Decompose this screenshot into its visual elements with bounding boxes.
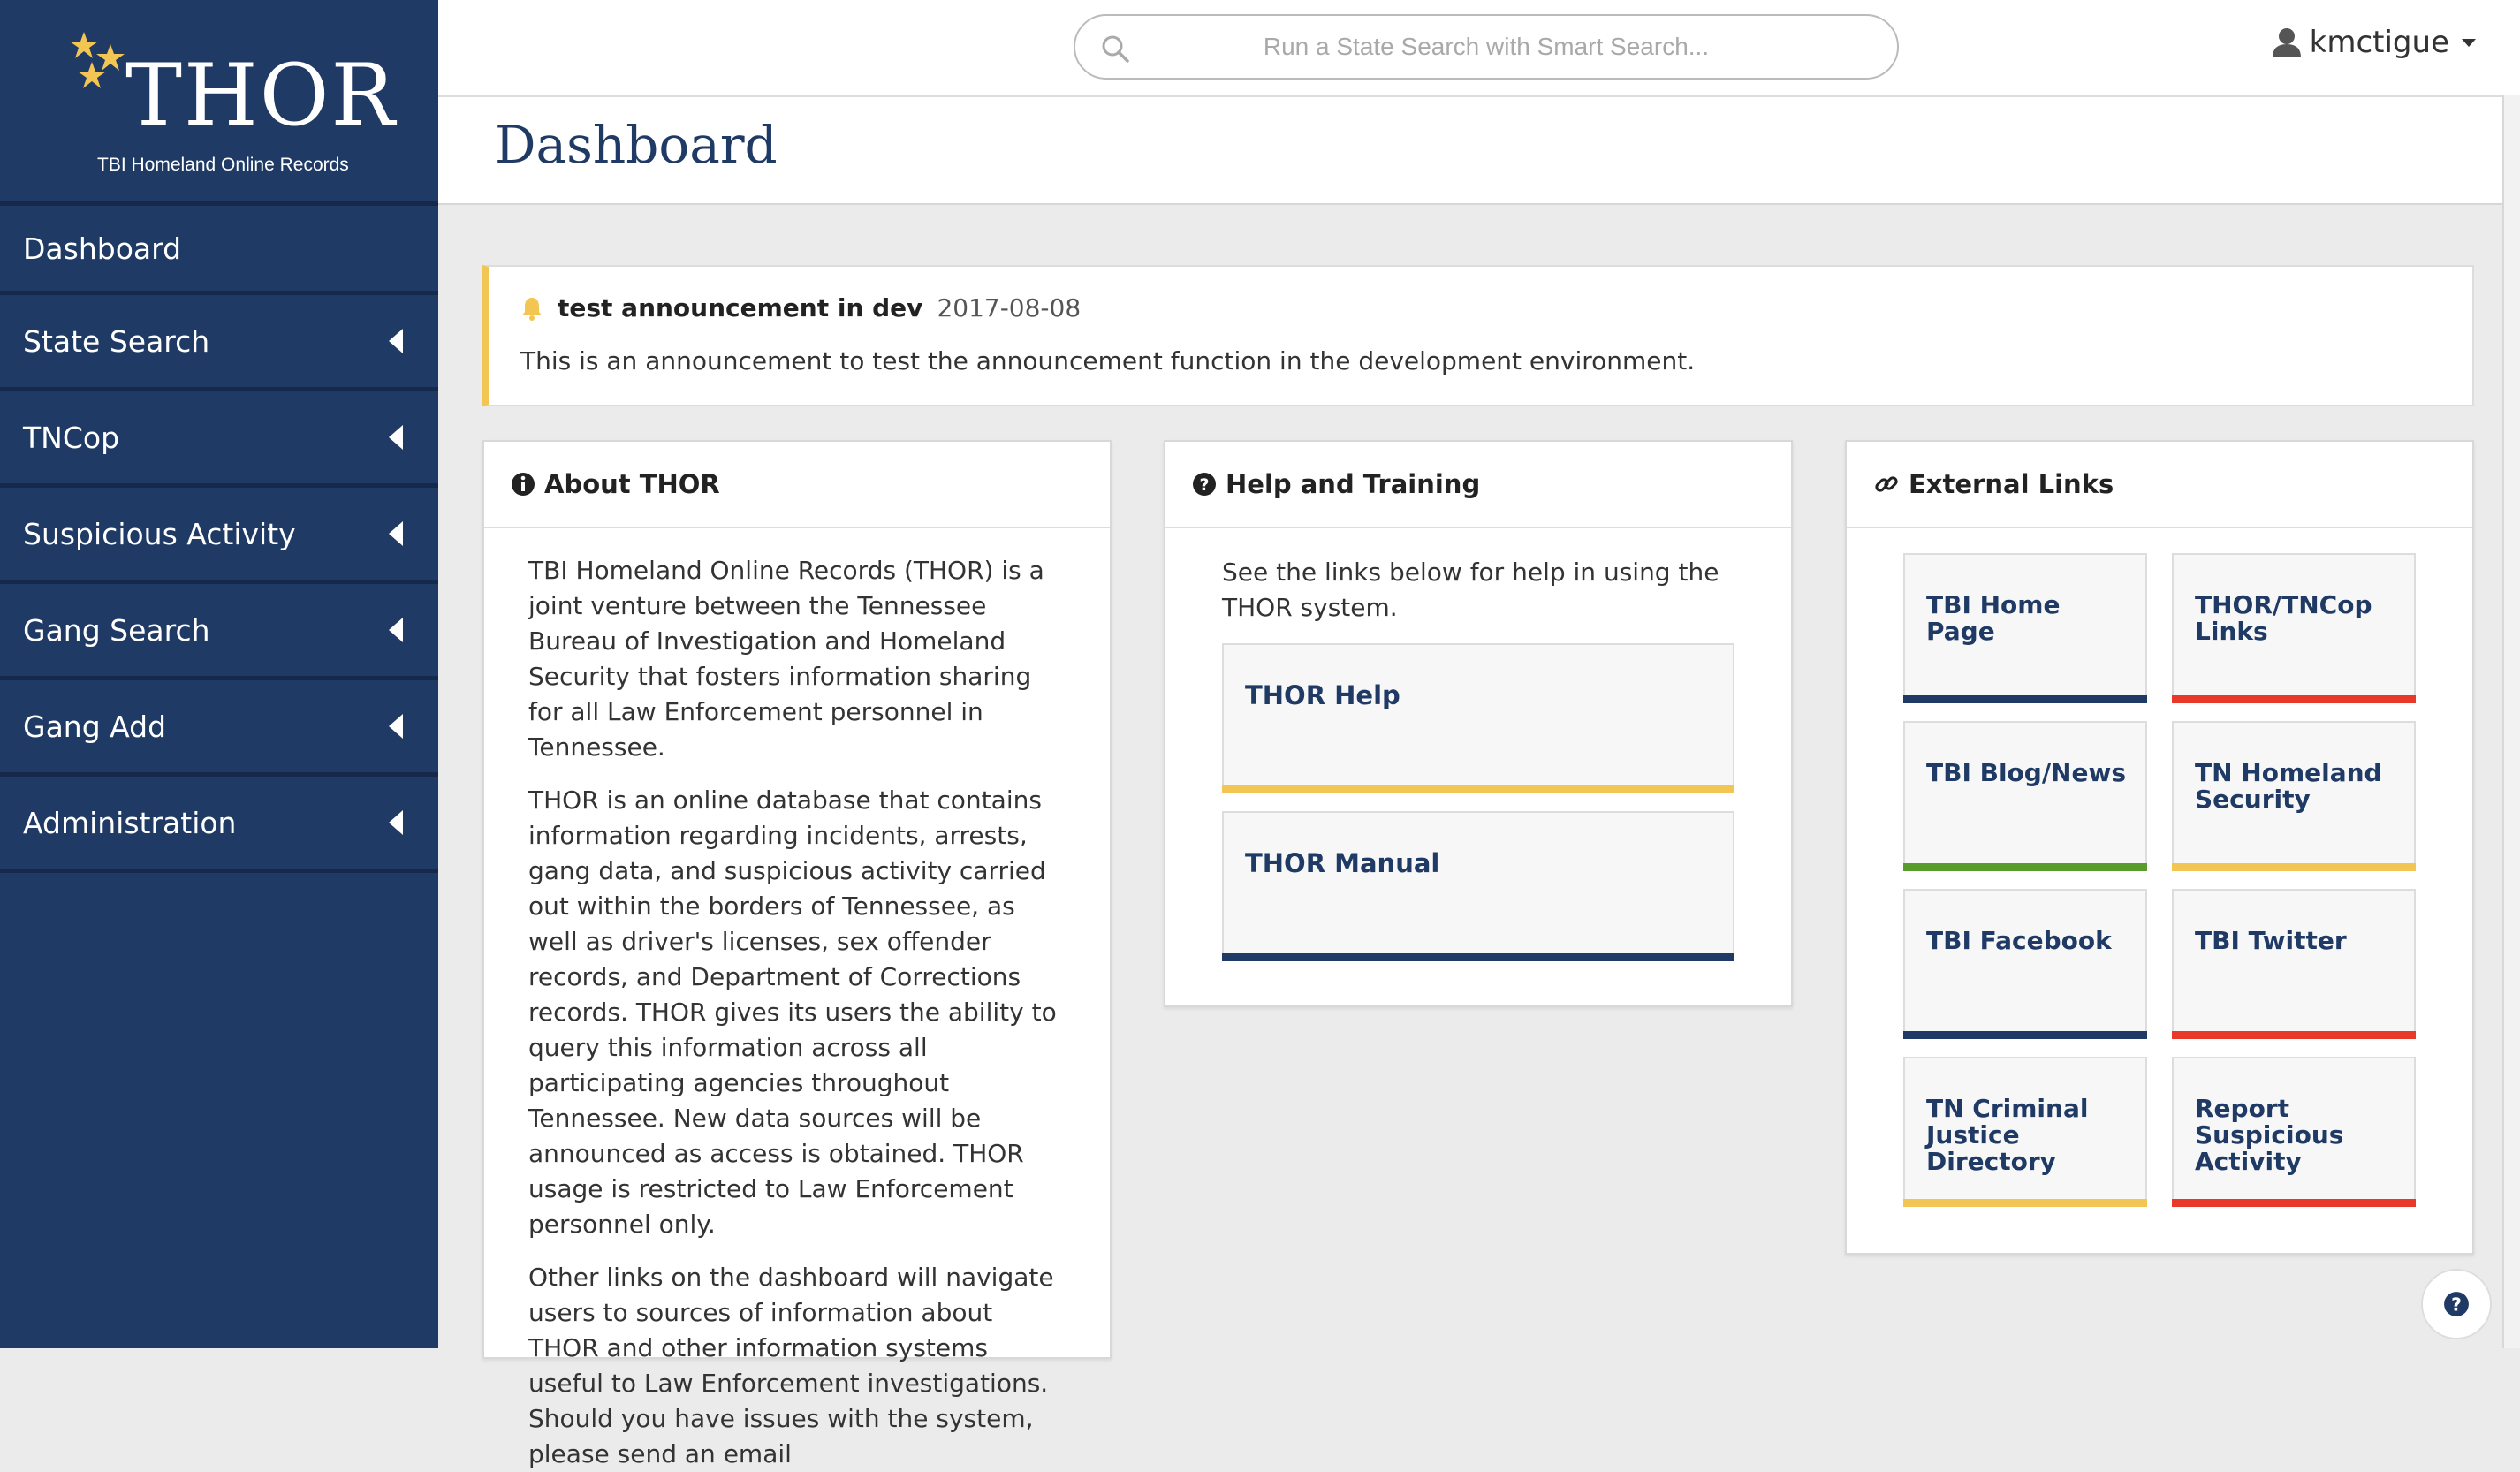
tbi-twitter-link[interactable]: TBI Twitter <box>2172 889 2416 1039</box>
chevron-down-icon <box>2462 38 2476 47</box>
caret-left-icon <box>389 521 403 546</box>
sidebar-item-label: Administration <box>23 805 237 840</box>
panel-header: ? Help and Training <box>1165 442 1791 528</box>
tn-homeland-security-link[interactable]: TN Homeland Security <box>2172 721 2416 871</box>
thor-tncop-links-link[interactable]: THOR/TNCop Links <box>2172 553 2416 703</box>
sidebar-item-label: TNCop <box>23 420 120 455</box>
tile-accent-bar <box>2172 863 2416 871</box>
about-paragraph: TBI Homeland Online Records (THOR) is a … <box>528 556 1044 762</box>
bell-icon <box>522 297 542 321</box>
help-panel: ? Help and Training See the links below … <box>1164 440 1793 1007</box>
tile-label: THOR Manual <box>1245 848 1440 878</box>
announcement-body: This is an announcement to test the anno… <box>520 346 1696 376</box>
tile-label: TN Criminal Justice Directory <box>1926 1094 2089 1176</box>
sidebar-item-tncop[interactable]: TNCop <box>0 391 438 488</box>
sidebar-item-suspicious-activity[interactable]: Suspicious Activity <box>0 488 438 584</box>
tile-label: THOR Help <box>1245 680 1400 710</box>
report-suspicious-activity-link[interactable]: Report Suspicious Activity <box>2172 1057 2416 1207</box>
thor-manual-link[interactable]: THOR Manual <box>1222 811 1734 961</box>
question-circle-icon: ? <box>1193 473 1216 496</box>
sidebar-item-gang-search[interactable]: Gang Search <box>0 584 438 680</box>
smart-search <box>1074 14 1899 80</box>
tbi-home-page-link[interactable]: TBI Home Page <box>1903 553 2147 703</box>
sidebar-item-administration[interactable]: Administration <box>0 777 438 873</box>
tile-accent-bar <box>1903 695 2147 703</box>
page-header: Dashboard <box>438 97 2520 205</box>
sidebar-nav: Dashboard State Search TNCop Suspicious … <box>0 206 438 873</box>
tbi-blog-news-link[interactable]: TBI Blog/News <box>1903 721 2147 871</box>
sidebar-item-dashboard[interactable]: Dashboard <box>0 206 438 295</box>
panel-title: External Links <box>1909 469 2114 499</box>
caret-left-icon <box>389 618 403 642</box>
tile-label: TBI Home Page <box>1926 590 2061 646</box>
tile-label: TBI Facebook <box>1926 926 2112 955</box>
tile-label: TBI Blog/News <box>1926 758 2127 787</box>
sidebar-item-label: State Search <box>23 323 210 359</box>
question-circle-icon: ? <box>2444 1292 2469 1316</box>
scrollbar[interactable] <box>2502 95 2520 1348</box>
svg-text:?: ? <box>2451 1294 2462 1316</box>
sidebar-item-state-search[interactable]: State Search <box>0 295 438 391</box>
tile-label: THOR/TNCop Links <box>2195 590 2372 646</box>
info-icon <box>512 473 535 496</box>
tn-criminal-justice-directory-link[interactable]: TN Criminal Justice Directory <box>1903 1057 2147 1207</box>
announcement-title: test announcement in dev <box>558 293 923 322</box>
help-intro: See the links below for help in using th… <box>1222 558 1719 622</box>
user-menu[interactable]: kmctigue <box>2272 25 2476 60</box>
thor-logo[interactable]: THOR TBI Homeland Online Records <box>0 0 438 206</box>
external-links-panel: External Links TBI Home Page THOR/TNCop … <box>1845 440 2474 1255</box>
tile-accent-bar <box>1222 953 1734 961</box>
about-panel: About THOR TBI Homeland Online Records (… <box>482 440 1112 1468</box>
caret-left-icon <box>389 714 403 739</box>
thor-help-link[interactable]: THOR Help <box>1222 643 1734 793</box>
tile-accent-bar <box>2172 1199 2416 1207</box>
tile-accent-bar <box>1903 863 2147 871</box>
tile-accent-bar <box>1222 785 1734 793</box>
tile-accent-bar <box>1903 1031 2147 1039</box>
sidebar: THOR TBI Homeland Online Records Dashboa… <box>0 0 438 1348</box>
brand-name: THOR <box>125 46 397 145</box>
panel-header: About THOR <box>484 442 1110 528</box>
sidebar-item-label: Gang Add <box>23 709 167 744</box>
brand-tagline: TBI Homeland Online Records <box>97 155 349 175</box>
sidebar-item-gang-add[interactable]: Gang Add <box>0 680 438 777</box>
about-paragraph: THOR is an online database that contains… <box>528 785 1057 1239</box>
caret-left-icon <box>389 810 403 835</box>
tbi-facebook-link[interactable]: TBI Facebook <box>1903 889 2147 1039</box>
tile-accent-bar <box>2172 695 2416 703</box>
announcement: test announcement in dev 2017-08-08 This… <box>482 265 2474 406</box>
panel-header: External Links <box>1847 442 2472 528</box>
announcement-date: 2017-08-08 <box>937 293 1082 322</box>
link-icon <box>1875 476 1898 492</box>
sidebar-item-label: Gang Search <box>23 612 210 648</box>
username: kmctigue <box>2309 25 2449 60</box>
top-bar: kmctigue <box>438 0 2520 97</box>
panel-title: About THOR <box>544 469 720 499</box>
about-paragraph: Other links on the dashboard will naviga… <box>528 1263 1054 1468</box>
user-icon <box>2272 28 2301 57</box>
tile-label: Report Suspicious Activity <box>2195 1094 2344 1176</box>
tile-label: TN Homeland Security <box>2195 758 2382 814</box>
sidebar-item-label: Dashboard <box>23 231 182 266</box>
panel-title: Help and Training <box>1226 469 1481 499</box>
search-input[interactable] <box>1075 33 1897 61</box>
help-button[interactable]: ? <box>2421 1269 2492 1339</box>
svg-text:?: ? <box>1199 475 1209 495</box>
tile-label: TBI Twitter <box>2195 926 2347 955</box>
tile-accent-bar <box>2172 1031 2416 1039</box>
caret-left-icon <box>389 425 403 450</box>
caret-left-icon <box>389 329 403 353</box>
tile-accent-bar <box>1903 1199 2147 1207</box>
sidebar-item-label: Suspicious Activity <box>23 516 296 551</box>
search-icon[interactable] <box>1100 34 1130 64</box>
page-title: Dashboard <box>495 115 778 175</box>
